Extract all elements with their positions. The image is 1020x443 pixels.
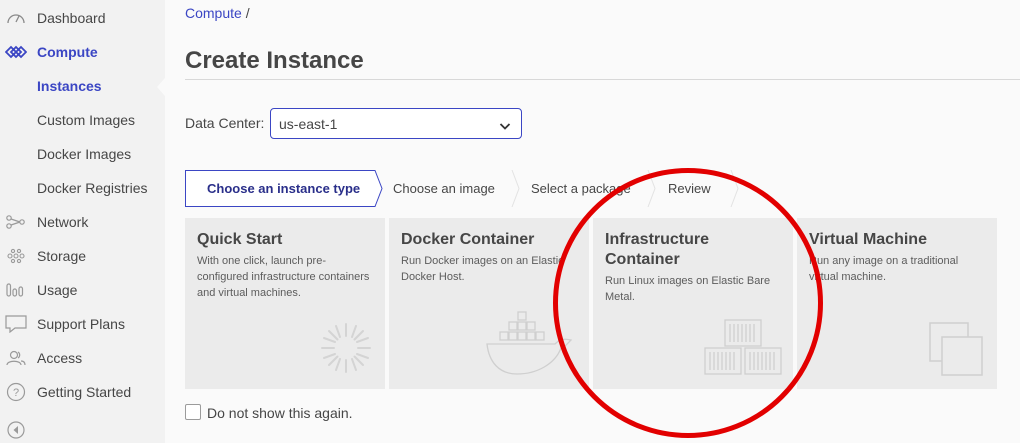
network-icon [5, 211, 27, 233]
sidebar-item-instances[interactable]: Instances [0, 72, 165, 100]
card-title: Quick Start [197, 231, 283, 248]
storage-icon [5, 245, 27, 267]
data-center-label: Data Center: [185, 115, 265, 131]
sidebar-item-compute[interactable]: Compute [0, 38, 165, 66]
sidebar-item-custom-images[interactable]: Custom Images [0, 106, 165, 134]
dont-show-again-checkbox[interactable] [185, 404, 201, 420]
dont-show-again-label: Do not show this again. [207, 405, 353, 421]
gauge-icon [5, 7, 27, 29]
access-icon [5, 347, 27, 369]
sidebar-item-label: Support Plans [37, 316, 125, 332]
breadcrumb-compute-link[interactable]: Compute [185, 5, 242, 21]
sidebar: Dashboard Compute Instances Custom Image… [0, 0, 165, 443]
sidebar-item-support-plans[interactable]: Support Plans [0, 310, 165, 338]
sidebar-item-storage[interactable]: Storage [0, 242, 165, 270]
chevron-down-icon [499, 118, 511, 134]
sidebar-item-label: Instances [37, 78, 102, 94]
breadcrumb: Compute / [185, 5, 250, 21]
breadcrumb-separator: / [245, 5, 250, 21]
sidebar-item-label: Access [37, 350, 83, 366]
loading-burst-icon [318, 320, 374, 381]
sidebar-item-docker-registries[interactable]: Docker Registries [0, 174, 165, 202]
step-active-arrow [371, 170, 383, 207]
data-center-value: us-east-1 [279, 115, 338, 132]
step-label: Choose an instance type [207, 181, 361, 196]
card-title: Virtual Machine [809, 231, 927, 248]
card-description: With one click, launch pre-configured in… [197, 255, 370, 299]
sidebar-item-access[interactable]: Access [0, 344, 165, 372]
svg-text:?: ? [13, 387, 19, 399]
sidebar-item-label: Compute [37, 44, 98, 60]
sidebar-item-label: Network [37, 214, 89, 230]
sidebar-item-label: Docker Images [37, 146, 132, 162]
sidebar-item-label: Custom Images [37, 112, 136, 128]
collapse-icon[interactable] [7, 421, 25, 443]
usage-icon [5, 279, 27, 301]
help-icon: ? [5, 381, 27, 403]
sidebar-item-label: Usage [37, 282, 78, 298]
card-quick-start[interactable]: Quick Start With one click, launch pre-c… [185, 218, 385, 389]
sidebar-item-usage[interactable]: Usage [0, 276, 165, 304]
data-center-select[interactable]: us-east-1 [270, 108, 522, 139]
compute-icon [5, 41, 27, 63]
page-title: Create Instance [185, 47, 364, 74]
card-description: Run any image on a traditional virtual m… [809, 255, 959, 283]
step-choose-instance-type[interactable]: Choose an instance type [185, 170, 375, 207]
step-label: Choose an image [393, 181, 495, 196]
annotation-circle [553, 168, 823, 438]
card-title: Docker Container [401, 231, 535, 248]
sidebar-item-label: Storage [37, 248, 87, 264]
card-virtual-machine[interactable]: Virtual Machine Run any image on a tradi… [797, 218, 997, 389]
support-icon [5, 313, 27, 335]
active-indicator [157, 78, 165, 96]
sidebar-item-dashboard[interactable]: Dashboard [0, 4, 165, 32]
sidebar-item-label: Docker Registries [37, 180, 148, 196]
sidebar-item-docker-images[interactable]: Docker Images [0, 140, 165, 168]
sidebar-item-getting-started[interactable]: ? Getting Started [0, 378, 165, 406]
sidebar-item-network[interactable]: Network [0, 208, 165, 236]
sidebar-item-label: Getting Started [37, 384, 132, 400]
step-separator [511, 170, 520, 207]
stacked-windows-icon [927, 320, 987, 385]
sidebar-item-label: Dashboard [37, 10, 106, 26]
title-divider [185, 79, 1020, 80]
step-choose-image[interactable]: Choose an image [393, 170, 495, 207]
